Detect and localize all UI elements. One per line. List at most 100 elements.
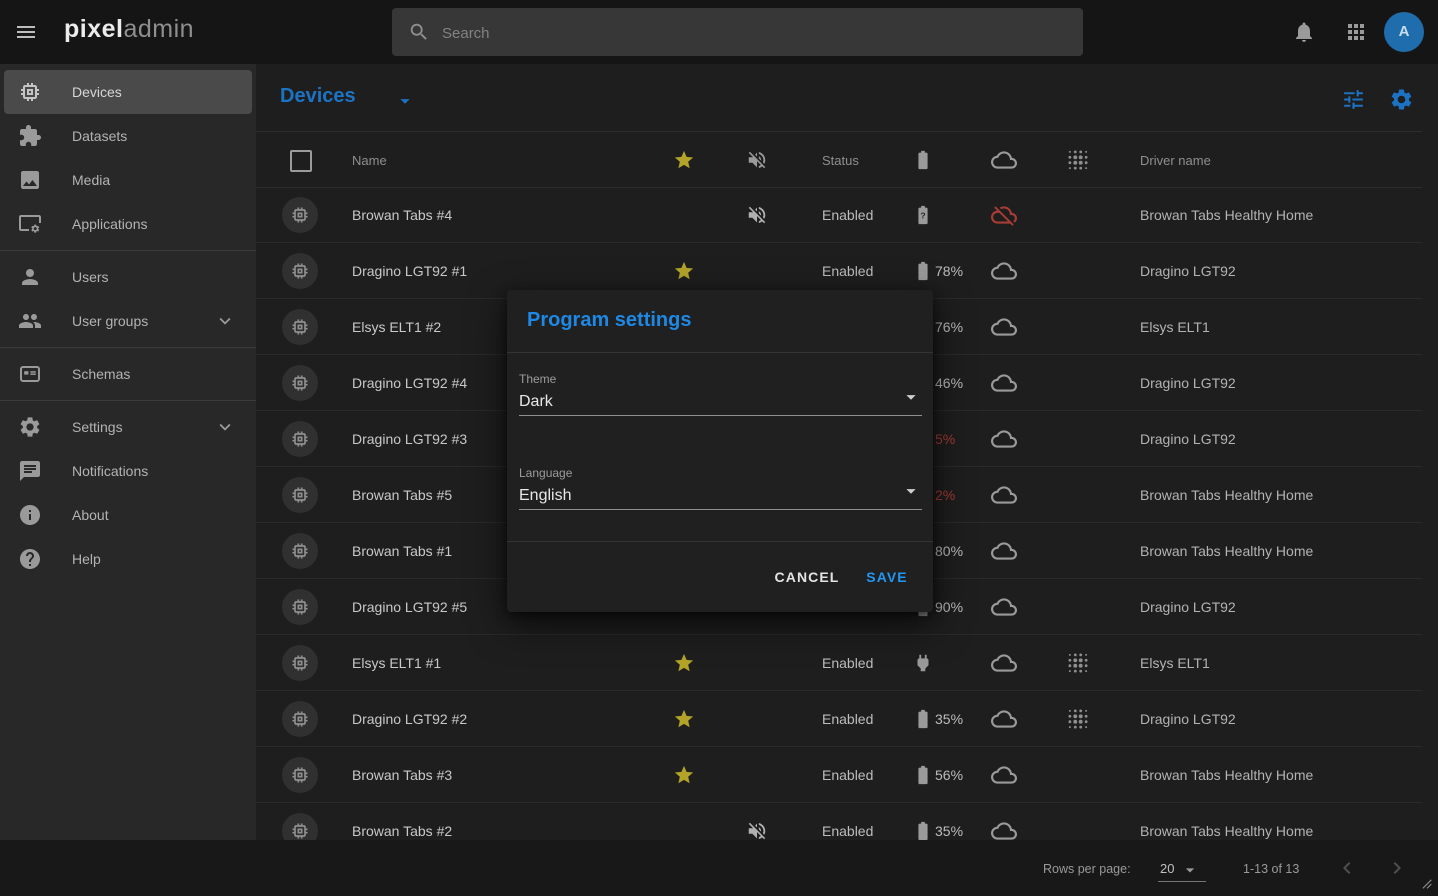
memory-icon bbox=[290, 205, 310, 225]
grain-indicator bbox=[1065, 706, 1091, 732]
battery-indicator: ? bbox=[912, 203, 934, 227]
column-header-driver[interactable]: Driver name bbox=[1140, 153, 1211, 168]
memory-icon bbox=[290, 317, 310, 337]
sidebar-item-user-groups[interactable]: User groups bbox=[4, 299, 252, 343]
pagination-range-label: 1-13 of 13 bbox=[1243, 862, 1299, 876]
device-avatar bbox=[282, 421, 318, 457]
theme-select[interactable]: Theme Dark bbox=[519, 372, 922, 416]
resize-icon bbox=[1420, 877, 1437, 894]
select-all-checkbox[interactable] bbox=[290, 150, 312, 172]
driver-name: Browan Tabs Healthy Home bbox=[1140, 543, 1313, 559]
battery-percent: 78% bbox=[935, 263, 963, 279]
chevron-down-icon bbox=[214, 310, 236, 332]
star-icon bbox=[673, 149, 695, 171]
cloud-online-indicator bbox=[991, 482, 1017, 508]
chevron-down-icon bbox=[214, 416, 236, 438]
expand-chevron bbox=[214, 416, 236, 438]
sidebar-item-media[interactable]: Media bbox=[4, 158, 252, 202]
rows-per-page-label: Rows per page: bbox=[1043, 862, 1131, 876]
device-name: Elsys ELT1 #1 bbox=[352, 655, 441, 671]
device-name: Dragino LGT92 #3 bbox=[352, 431, 467, 447]
column-header-battery[interactable] bbox=[912, 148, 934, 172]
cloud-online-indicator bbox=[991, 594, 1017, 620]
sidebar-item-users[interactable]: Users bbox=[4, 255, 252, 299]
sidebar-item-datasets[interactable]: Datasets bbox=[4, 114, 252, 158]
driver-name: Browan Tabs Healthy Home bbox=[1140, 823, 1313, 839]
device-avatar bbox=[282, 309, 318, 345]
sidebar-item-settings[interactable]: Settings bbox=[4, 405, 252, 449]
previous-page-button[interactable] bbox=[1335, 856, 1359, 880]
cloud-online-indicator bbox=[991, 258, 1017, 284]
settings-gear-button[interactable] bbox=[1389, 87, 1414, 112]
memory-icon bbox=[290, 821, 310, 841]
topbar: pixeladmin A bbox=[0, 0, 1438, 64]
cloud-icon bbox=[991, 147, 1017, 173]
cloud-online-indicator bbox=[991, 370, 1017, 396]
battery-icon bbox=[912, 259, 934, 283]
device-name: Browan Tabs #5 bbox=[352, 487, 452, 503]
table-row[interactable]: Elsys ELT1 #1 Enabled Elsys ELT1 bbox=[256, 635, 1422, 691]
rows-per-page-value[interactable]: 20 bbox=[1160, 861, 1174, 876]
sidebar-divider bbox=[0, 250, 256, 251]
app-logo: pixeladmin bbox=[64, 15, 194, 44]
image-icon bbox=[18, 168, 42, 192]
app-settings-icon bbox=[18, 212, 42, 236]
device-name: Browan Tabs #2 bbox=[352, 823, 452, 839]
column-header-grain[interactable] bbox=[1065, 147, 1091, 173]
battery-percent: 46% bbox=[935, 375, 963, 391]
column-header-cloud[interactable] bbox=[991, 147, 1017, 173]
memory-icon bbox=[18, 80, 42, 104]
device-status: Enabled bbox=[822, 823, 873, 839]
sidebar-item-about[interactable]: About bbox=[4, 493, 252, 537]
caret-down-icon bbox=[900, 386, 922, 408]
grain-icon bbox=[1065, 650, 1091, 676]
chevron-right-icon bbox=[1385, 856, 1409, 880]
sidebar-item-devices[interactable]: Devices bbox=[4, 70, 252, 114]
language-select[interactable]: Language English bbox=[519, 466, 922, 510]
save-button[interactable]: SAVE bbox=[859, 559, 915, 595]
muted-indicator bbox=[746, 820, 768, 842]
menu-button[interactable] bbox=[14, 20, 38, 44]
resize-handle[interactable] bbox=[1420, 877, 1437, 894]
search-input[interactable] bbox=[440, 8, 1064, 58]
sidebar-item-help[interactable]: Help bbox=[4, 537, 252, 581]
apps-grid-button[interactable] bbox=[1344, 20, 1368, 44]
column-header-name[interactable]: Name bbox=[352, 153, 387, 168]
battery-percent: 2% bbox=[935, 487, 955, 503]
volume-off-icon bbox=[746, 204, 768, 226]
device-avatar bbox=[282, 589, 318, 625]
theme-label: Theme bbox=[519, 372, 922, 386]
battery-icon bbox=[912, 707, 934, 731]
cancel-button[interactable]: CANCEL bbox=[765, 559, 849, 595]
sidebar-item-schemas[interactable]: Schemas bbox=[4, 352, 252, 396]
column-header-status[interactable]: Status bbox=[822, 153, 859, 168]
device-avatar bbox=[282, 645, 318, 681]
volume-off-icon bbox=[746, 149, 768, 171]
sidebar-item-notifications[interactable]: Notifications bbox=[4, 449, 252, 493]
avatar[interactable]: A bbox=[1384, 12, 1424, 52]
caret-down-icon bbox=[900, 480, 922, 502]
dialog-divider bbox=[507, 352, 933, 353]
page-title-dropdown-button[interactable] bbox=[394, 90, 416, 112]
search-box bbox=[392, 8, 1083, 56]
sidebar-item-applications[interactable]: Applications bbox=[4, 202, 252, 246]
star-icon bbox=[673, 708, 695, 730]
table-row[interactable]: Browan Tabs #3 Enabled 56% Browan Tabs H… bbox=[256, 747, 1422, 803]
column-header-favorite[interactable] bbox=[673, 149, 695, 171]
cloud-online-indicator bbox=[991, 426, 1017, 452]
battery-indicator bbox=[912, 651, 934, 675]
table-row[interactable]: Dragino LGT92 #2 Enabled 35% Dragino LGT… bbox=[256, 691, 1422, 747]
table-row[interactable]: Browan Tabs #4 Enabled ? Browan Tabs Hea… bbox=[256, 187, 1422, 243]
device-name: Browan Tabs #1 bbox=[352, 543, 452, 559]
language-value: English bbox=[519, 487, 922, 505]
device-name: Browan Tabs #3 bbox=[352, 767, 452, 783]
logo-bold: pixel bbox=[64, 15, 123, 43]
filter-tune-button[interactable] bbox=[1341, 87, 1366, 112]
rows-per-page-dropdown-button[interactable] bbox=[1180, 860, 1200, 880]
column-header-muted[interactable] bbox=[746, 149, 768, 171]
cloud-icon bbox=[991, 258, 1017, 284]
next-page-button[interactable] bbox=[1385, 856, 1409, 880]
cloud-online-indicator bbox=[991, 706, 1017, 732]
notifications-bell-button[interactable] bbox=[1292, 20, 1316, 44]
sidebar-item-label: Notifications bbox=[72, 463, 148, 479]
